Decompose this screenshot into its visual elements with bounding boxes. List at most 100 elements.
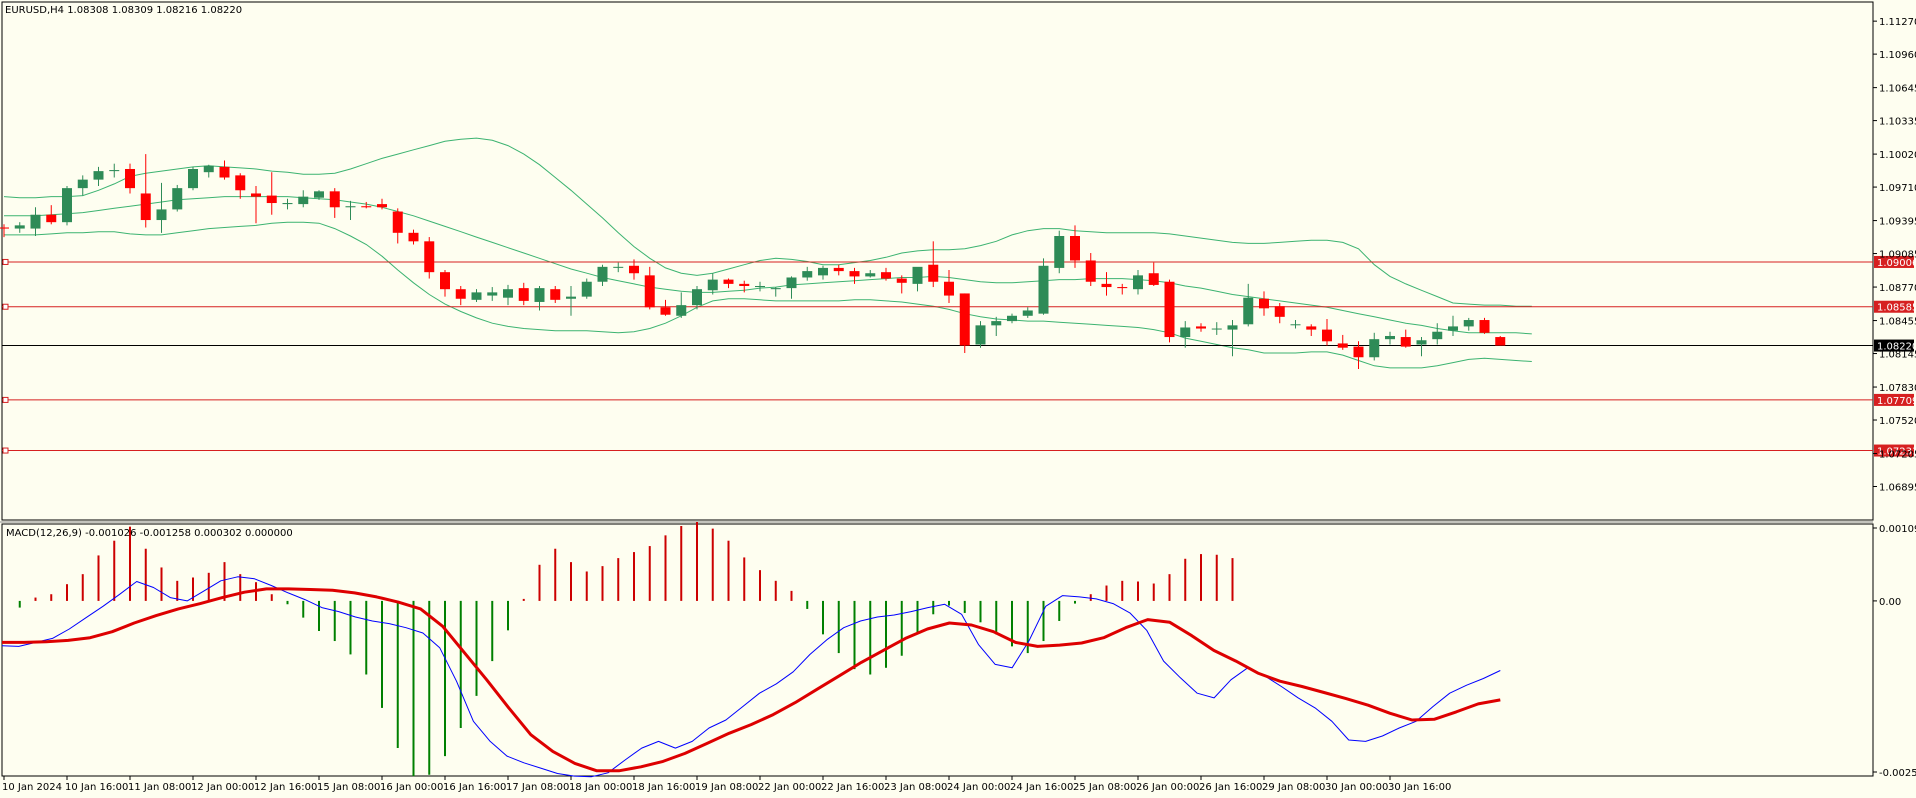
time-axis-label: 22 Jan 16:00 [821,782,884,793]
candle [959,293,970,354]
price-axis-label: 1.07205 [1879,450,1916,461]
candle-body [1259,298,1269,309]
candle-body [1196,326,1206,329]
candle-body [14,225,25,229]
candle [62,186,72,226]
time-axis-label: 24 Jan 00:00 [947,782,1010,793]
time-axis-label: 16 Jan 00:00 [380,782,443,793]
candle-body [282,203,293,205]
time-axis-label: 11 Jan 08:00 [128,782,191,793]
time-axis-label: 12 Jan 00:00 [191,782,254,793]
candle-body [629,265,639,274]
time-axis-label: 18 Jan 16:00 [632,782,695,793]
candle-body [503,289,513,298]
candle [1054,230,1065,274]
candle-body [1164,281,1175,338]
time-axis-label: 30 Jan 16:00 [1388,782,1451,793]
candle-body [30,214,41,229]
price-axis-label: 1.07520 [1879,416,1916,427]
candle-body [125,168,135,189]
candle-body [440,272,450,290]
level-anchor-4[interactable] [2,447,9,454]
price-axis-label: 1.09395 [1879,217,1916,228]
candle-body [0,227,9,229]
price-axis-label: 1.10020 [1879,150,1916,161]
candle-body [802,271,813,278]
candle-body [1463,320,1474,327]
macd-axis-label: 0.00 [1879,597,1901,608]
time-axis-label: 23 Jan 08:00 [884,782,947,793]
time-axis-label: 18 Jan 00:00 [569,782,632,793]
macd-header: MACD(12,26,9) -0.001026 -0.001258 0.0003… [6,528,293,539]
level-anchor-1[interactable] [2,258,9,265]
candle-body [1400,337,1411,347]
candle-body [1227,325,1238,330]
price-axis-label: 1.10960 [1879,50,1916,61]
price-axis-label: 1.06895 [1879,482,1916,493]
candle-body [550,289,561,300]
candle-body [755,285,765,288]
candle-body [959,293,970,346]
time-axis-label: 22 Jan 00:00 [758,782,821,793]
candle-body [1070,236,1080,261]
price-axis-label: 1.09710 [1879,183,1916,194]
candle [172,184,183,212]
time-axis-label: 17 Jan 08:00 [506,782,569,793]
candle-body [235,175,246,191]
candle-body [140,193,151,221]
price-axis-label: 1.10645 [1879,84,1916,95]
trading-chart[interactable]: 1.090061.085851.077091.072331.082201.112… [0,0,1916,798]
time-axis-label: 19 Jan 08:00 [695,782,758,793]
time-axis-label: 29 Jan 08:00 [1262,782,1325,793]
candle-body [991,321,1002,326]
candle-body [203,165,214,173]
price-axis-label: 1.11270 [1879,17,1916,28]
candle-body [219,166,230,178]
candle-body [723,279,734,284]
candle-body [424,241,435,273]
time-axis-label: 10 Jan 2024 [2,782,62,793]
candle [1038,258,1049,315]
time-axis-label: 10 Jan 16:00 [65,782,128,793]
candle-body [1133,275,1143,290]
time-axis-label: 16 Jan 16:00 [443,782,506,793]
candle-body [597,266,608,282]
candle-body [172,188,183,210]
candle-body [93,171,104,180]
candle-body [298,196,309,205]
candle-body [62,188,72,223]
candle-body [566,296,576,299]
candle-body [1007,315,1017,322]
candle-body [392,211,403,233]
level-anchor-2[interactable] [2,303,9,310]
candle-body [912,266,923,284]
candle [1164,279,1175,343]
candle-body [896,278,907,283]
candle-body [1101,283,1112,288]
level-price-label-3: 1.07709 [1877,396,1916,407]
candle-body [487,292,498,296]
candle-body [1243,297,1254,325]
candle-body [408,232,419,242]
candle-body [613,266,624,268]
candle-body [518,288,529,301]
candle-body [770,288,781,290]
candle-body [361,206,372,208]
candle-body [534,288,545,302]
candle-body [77,179,88,189]
price-axis-label: 1.08770 [1879,283,1916,294]
price-axis-label: 1.07830 [1879,383,1916,394]
candle-body [1211,328,1222,330]
macd-axis-label: 0.00109 [1879,524,1916,535]
price-axis-label: 1.08145 [1879,350,1916,361]
candle-body [314,191,324,198]
candle-body [46,214,57,223]
candle-body [849,271,860,277]
candle-body [833,267,844,272]
candle-body [156,209,167,221]
candle-body [818,267,828,276]
candle-body [1306,326,1317,330]
level-anchor-3[interactable] [2,396,9,403]
candle-body [1322,329,1332,342]
candle-body [975,325,986,345]
